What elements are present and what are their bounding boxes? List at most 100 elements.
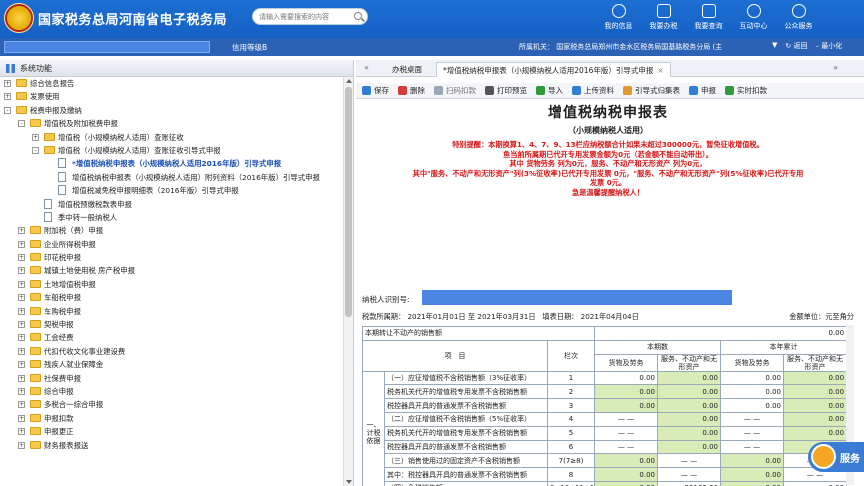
sidebar-item[interactable]: 增值税预缴税款表申报	[0, 198, 353, 211]
sidebar-item[interactable]: 季中转一般纳税人	[0, 211, 353, 224]
expand-icon[interactable]: +	[18, 374, 25, 382]
nav-do-tax[interactable]: 我要办税	[641, 0, 686, 38]
amount-cell[interactable]: 0.00	[720, 480, 785, 486]
scroll-down-arrow-icon[interactable]	[346, 480, 352, 484]
amount-cell[interactable]: 0.00	[783, 370, 848, 386]
sidebar-item[interactable]: *增值税纳税申报表（小规模纳税人适用2016年版）引导式申报	[0, 157, 353, 170]
sidebar-item[interactable]: + 印花税申报	[0, 251, 353, 264]
expand-icon[interactable]: +	[18, 334, 25, 342]
expand-icon[interactable]: +	[18, 240, 25, 248]
sidebar-item[interactable]: + 社保费申报	[0, 372, 353, 385]
toolbar-button[interactable]: 申报	[689, 85, 716, 96]
sidebar-item[interactable]: + 申报扣款	[0, 412, 353, 425]
tab-current-form[interactable]: *增值税纳税申报表（小规模纳税人适用2016年版）引导式申报 ×	[436, 62, 671, 77]
expand-icon[interactable]: +	[18, 428, 25, 436]
sidebar-item[interactable]: 增值税减免税申报明细表（2016年版）引导式申报	[0, 184, 353, 197]
search-icon[interactable]	[354, 12, 362, 20]
sidebar-item[interactable]: + 财务报表报送	[0, 439, 353, 452]
sidebar-item[interactable]: + 代扣代收文化事业建设费	[0, 345, 353, 358]
expand-icon[interactable]: +	[18, 414, 25, 422]
sidebar-scrollbar[interactable]	[343, 77, 353, 486]
sidebar-item[interactable]: + 车购税申报	[0, 305, 353, 318]
amount-cell[interactable]: 0.00	[657, 384, 722, 400]
toolbar-button[interactable]: 导入	[536, 85, 563, 96]
sidebar-item[interactable]: + 附加税（费）申报	[0, 224, 353, 237]
expand-icon[interactable]: +	[18, 280, 25, 288]
sidebar-item[interactable]: + 综合申报	[0, 385, 353, 398]
expand-icon[interactable]: +	[18, 254, 25, 262]
expand-icon[interactable]: +	[18, 227, 25, 235]
sidebar-item[interactable]: + 契税申报	[0, 318, 353, 331]
amount-cell[interactable]: 0.00	[657, 398, 722, 413]
sidebar-item[interactable]: + 残疾人就业保障金	[0, 358, 353, 371]
tab-prev-icon[interactable]: «	[364, 63, 369, 72]
online-service-button[interactable]: 服务	[808, 442, 864, 472]
scrollbar-thumb[interactable]	[345, 87, 352, 317]
amount-cell[interactable]: 0.00	[594, 480, 659, 486]
nav-query[interactable]: 我要查询	[686, 0, 731, 38]
toolbar-button[interactable]: 扫码扣款	[434, 85, 476, 96]
scroll-up-arrow-icon[interactable]	[346, 79, 352, 83]
expand-icon[interactable]: +	[4, 93, 11, 101]
amount-cell[interactable]: 0.00	[720, 370, 785, 386]
amount-cell[interactable]: 0.00	[783, 425, 848, 441]
expand-icon[interactable]: +	[18, 321, 25, 329]
toolbar-button[interactable]: 删除	[398, 85, 425, 96]
expand-icon[interactable]: +	[18, 267, 25, 275]
expand-icon[interactable]: +	[18, 294, 25, 302]
back-button[interactable]: ↻ 返回	[785, 41, 807, 51]
sidebar-item[interactable]: + 增值税（小规模纳税人适用）查账征收	[0, 131, 353, 144]
expand-icon[interactable]: +	[18, 347, 25, 355]
expand-icon[interactable]: +	[18, 361, 25, 369]
expand-icon[interactable]: +	[18, 307, 25, 315]
minimize-button[interactable]: – 最小化	[815, 41, 842, 51]
sidebar-item[interactable]: + 企业所得税申报	[0, 238, 353, 251]
expand-icon[interactable]: +	[32, 133, 39, 141]
sidebar-item[interactable]: + 多税合一综合申报	[0, 398, 353, 411]
amount-cell[interactable]: 0.00	[720, 467, 785, 482]
amount-cell[interactable]: 0.00	[720, 384, 785, 400]
sidebar-item[interactable]: - 增值税及附加税费申报	[0, 117, 353, 130]
toolbar-button[interactable]: 上传资料	[572, 85, 614, 96]
amount-cell[interactable]: 0.00	[720, 398, 785, 413]
toolbar-button[interactable]: 保存	[362, 85, 389, 96]
sidebar-item[interactable]: - 增值税（小规模纳税人适用）查账征收引导式申报	[0, 144, 353, 157]
amount-cell[interactable]: 0.00	[783, 398, 848, 413]
tab-next-icon[interactable]: »	[833, 63, 838, 72]
toolbar-button[interactable]: 实时扣款	[725, 85, 767, 96]
search-box[interactable]	[252, 8, 368, 25]
amount-cell[interactable]: 0.00	[657, 370, 722, 386]
amount-cell[interactable]: 0.00	[594, 467, 659, 482]
collapse-icon[interactable]: -	[4, 106, 11, 114]
sidebar-item[interactable]: + 申报更正	[0, 425, 353, 438]
sidebar-item[interactable]: 增值税纳税申报表（小规模纳税人适用）附列资料（2016年版）引导式申报	[0, 171, 353, 184]
amount-cell[interactable]: 0.00	[783, 384, 848, 400]
sidebar-item[interactable]: + 工会经费	[0, 331, 353, 344]
amount-cell[interactable]: 0.00	[783, 480, 848, 486]
toolbar-button[interactable]: 打印预览	[485, 85, 527, 96]
nav-my-info[interactable]: 我的信息	[596, 0, 641, 38]
nav-public[interactable]: 公众服务	[776, 0, 821, 38]
nav-interaction[interactable]: 互动中心	[731, 0, 776, 38]
amount-cell[interactable]: 0.00	[783, 411, 848, 427]
sidebar-item[interactable]: + 城镇土地使用税 房产税申报	[0, 264, 353, 277]
tab-close-icon[interactable]: ×	[657, 66, 663, 75]
tab-desktop[interactable]: 办税桌面	[386, 62, 428, 77]
sidebar-item[interactable]: + 土地增值税申报	[0, 278, 353, 291]
sidebar-item[interactable]: + 发票使用	[0, 90, 353, 103]
search-input[interactable]	[259, 10, 349, 23]
amount-cell[interactable]: 55163.36	[657, 480, 722, 486]
sidebar-item[interactable]: - 税费申报及缴纳	[0, 104, 353, 117]
expand-icon[interactable]: +	[18, 441, 25, 449]
expand-icon[interactable]: +	[4, 80, 11, 87]
expand-icon[interactable]: +	[18, 387, 25, 395]
amount-cell[interactable]: 0.00	[594, 384, 659, 400]
collapse-icon[interactable]: -	[18, 120, 25, 128]
amount-cell[interactable]: 0.00	[594, 453, 659, 469]
collapse-icon[interactable]: -	[32, 146, 39, 154]
amount-cell[interactable]: 0.00	[657, 439, 722, 455]
sidebar-item[interactable]: + 车船税申报	[0, 291, 353, 304]
amount-cell[interactable]: 0.00	[720, 453, 785, 469]
agency-dropdown-icon[interactable]: ▼	[772, 41, 777, 51]
amount-cell[interactable]: 0.00	[657, 411, 722, 427]
